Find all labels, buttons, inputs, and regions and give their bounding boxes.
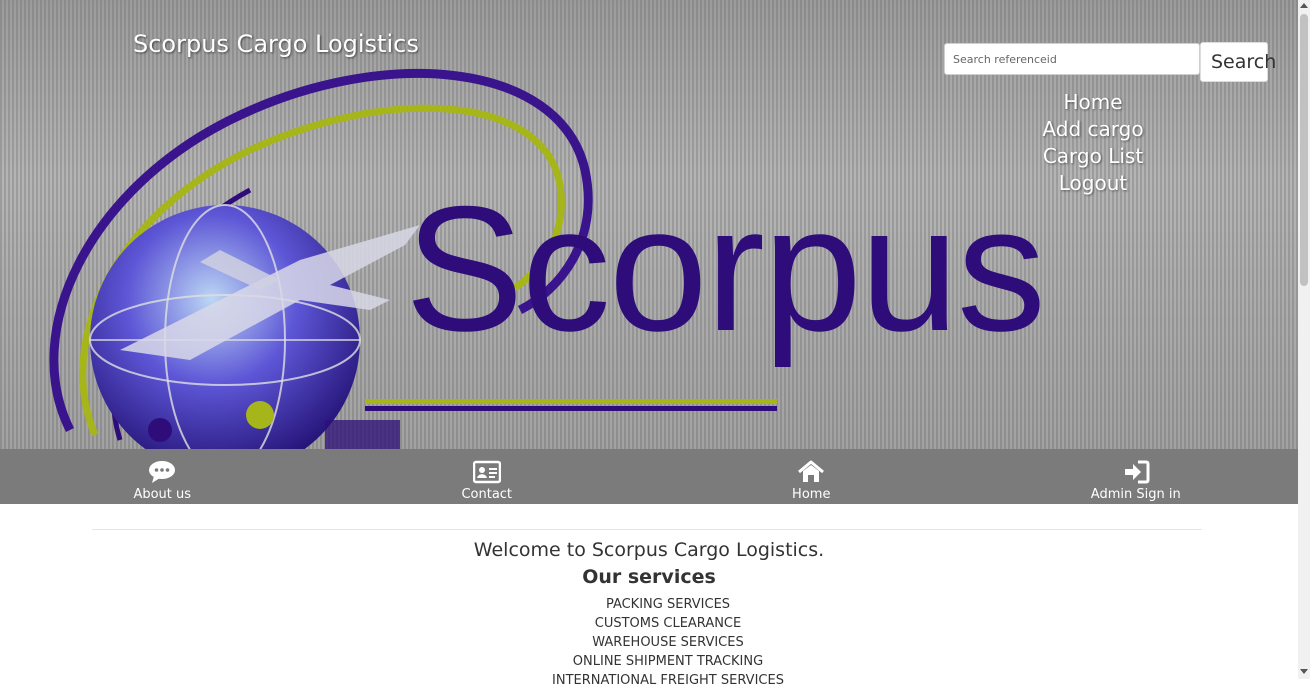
welcome-heading: Welcome to Scorpus Cargo Logistics. bbox=[473, 539, 825, 561]
service-item: PACKING SERVICES bbox=[605, 597, 731, 612]
nav-home[interactable]: Home bbox=[649, 449, 974, 504]
sign-in-icon bbox=[1124, 460, 1150, 484]
services-heading: Our services bbox=[582, 566, 716, 588]
scroll-down-arrow-icon[interactable] bbox=[1300, 669, 1308, 674]
search-input[interactable] bbox=[944, 43, 1200, 75]
scrollbar-thumb[interactable] bbox=[1300, 14, 1308, 286]
nav-admin-sign-in-label: Admin Sign in bbox=[1090, 487, 1181, 502]
header-nav-home[interactable]: Home bbox=[1063, 89, 1122, 116]
header-nav-logout[interactable]: Logout bbox=[1059, 170, 1127, 197]
services-list: PACKING SERVICES CUSTOMS CLEARANCE WAREH… bbox=[0, 595, 1310, 690]
service-item: CUSTOMS CLEARANCE bbox=[594, 616, 742, 631]
scroll-up-arrow-icon[interactable] bbox=[1300, 3, 1308, 8]
page-scrollbar[interactable] bbox=[1298, 0, 1310, 679]
nav-home-label: Home bbox=[792, 487, 831, 502]
service-item: INTERNATIONAL FREIGHT SERVICES bbox=[552, 673, 784, 688]
header-nav-cargo-list[interactable]: Cargo List bbox=[1043, 143, 1143, 170]
contact-card-icon bbox=[472, 460, 501, 484]
search-button[interactable]: Search bbox=[1200, 42, 1276, 82]
service-item: ONLINE SHIPMENT TRACKING bbox=[572, 654, 764, 669]
site-title: Scorpus Cargo Logistics bbox=[133, 30, 419, 58]
header-nav-add-cargo[interactable]: Add cargo bbox=[1042, 116, 1143, 143]
content-divider bbox=[92, 529, 1202, 530]
main-navbar: About us Contact Home Admin Sign in bbox=[0, 449, 1298, 504]
chat-bubble-icon bbox=[149, 461, 176, 483]
header-nav: Home Add cargo Cargo List Logout bbox=[1000, 89, 1186, 197]
service-item: WAREHOUSE SERVICES bbox=[592, 635, 744, 650]
nav-contact-label: Contact bbox=[461, 487, 513, 502]
search-form: Search bbox=[944, 42, 1276, 83]
nav-about-us-label: About us bbox=[133, 487, 192, 502]
hero-banner: Scorpus Scorpus Cargo Logistics Search H… bbox=[0, 0, 1298, 449]
nav-contact[interactable]: Contact bbox=[325, 449, 650, 504]
nav-admin-sign-in[interactable]: Admin Sign in bbox=[974, 449, 1299, 504]
logo-wordmark: Scorpus bbox=[405, 169, 1046, 368]
nav-about-us[interactable]: About us bbox=[0, 449, 325, 504]
home-icon bbox=[798, 460, 825, 482]
